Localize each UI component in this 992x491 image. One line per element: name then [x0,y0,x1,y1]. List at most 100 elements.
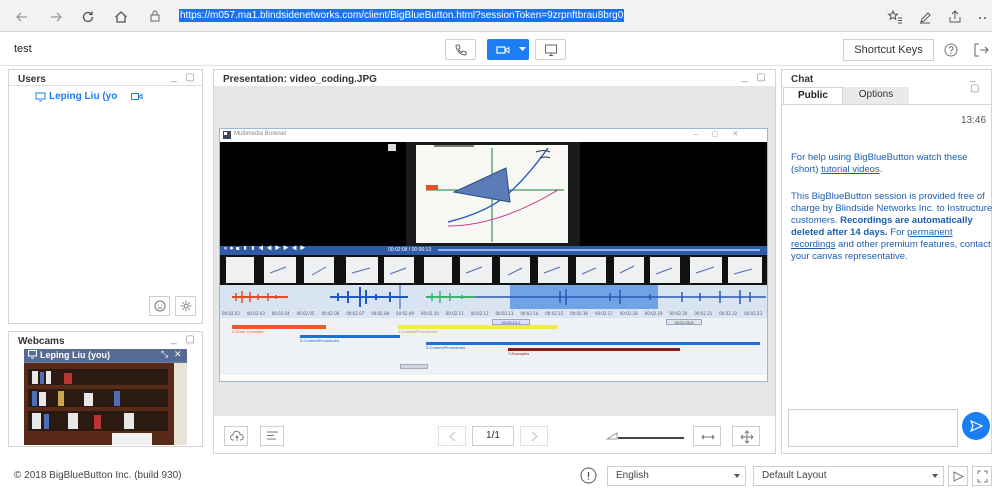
refresh-icon[interactable] [80,9,96,25]
users-title: Users [18,74,46,85]
zoom-out-icon [606,432,618,440]
accessibility-info-icon[interactable] [580,467,597,484]
language-select[interactable]: English [607,466,746,486]
chat-panel: Chat _ ▢ Public Options 13:46 For help u… [781,69,992,454]
chat-text: . [879,164,883,175]
timeline-tick-label: 00:02.16 [570,311,588,316]
track-bar[interactable] [508,348,680,351]
track-label: 5-Content/Procedures [300,338,340,343]
user-settings-button[interactable] [175,296,196,316]
timeline-tick-label: 00:02.10 [421,311,439,316]
timeline-tick-label: 00:02.23 [744,311,762,316]
tutorial-videos-link[interactable]: tutorial videos [821,164,880,175]
webcam-video[interactable]: Leping Liu (you) ⤡ ✕ [24,349,187,445]
user-list-item[interactable]: Leping Liu (yo [35,91,185,105]
ruler-ticks: 00:02.02 00:02.03 00:02.04 00:02.05 00:02.06… [222,311,762,316]
browser-toolbar: https://m057.ma1.blindsidenetworks.com/c… [0,0,992,32]
tab-options[interactable]: Options [843,87,909,104]
track-bar[interactable] [426,342,760,345]
layout-select[interactable]: Default Layout [753,466,944,486]
timeline-tick-label: 00:02.03 [247,311,265,316]
window-controls[interactable]: _ ▢ [171,334,198,345]
desktop-icon [28,350,37,359]
tab-divider [782,104,991,105]
thumbnails [226,257,762,283]
mm-titlebar [220,129,767,142]
home-icon[interactable] [113,9,129,25]
transport-icons[interactable]: ⏸⏺◼▮▮◀◀▶▶◀▶ [224,246,308,253]
presentation-title: Presentation: video_coding.JPG [223,74,377,85]
tab-public[interactable]: Public [783,87,843,105]
thumbnail-strip[interactable] [220,255,767,285]
timeline-tick-label: 00:02.09 [396,311,414,316]
window-controls[interactable]: _ ▢ [742,72,769,83]
close-icon[interactable]: ✕ [174,349,182,360]
share-icon[interactable] [947,9,963,25]
annotation-tracks[interactable]: 00:02:13.2 00:02:20.6 3-Team Concepts 1-… [220,318,767,375]
chat-timestamp: 13:46 [961,115,987,126]
meeting-name: test [14,43,32,55]
timeline-tick-label: 00:02.13 [496,311,514,316]
next-slide-button[interactable] [520,426,548,446]
video-camera-icon [496,44,510,56]
apply-layout-button[interactable] [948,466,968,486]
webcam-user-label: Leping Liu (you) [40,350,110,360]
waveform-graph [232,285,766,309]
play-icon [953,471,964,482]
chevron-right-icon [531,431,538,442]
timeline-tick-label: 00:02.02 [222,311,240,316]
presentation-panel: Presentation: video_coding.JPG _ ▢ Multi… [213,69,776,454]
seek-bar[interactable] [438,249,760,251]
share-screen-button[interactable] [535,39,566,60]
favorites-icon[interactable] [887,9,903,25]
track-label: 1-Content/Procedures [398,329,438,334]
fit-width-button[interactable] [693,426,721,446]
timeline-tick-label: 00:02.11 [446,311,464,316]
users-panel: Users _ ▢ Leping Liu (yo [8,69,203,324]
fullscreen-button[interactable] [972,466,992,486]
timeline-tick-label: 00:02.21 [694,311,712,316]
user-name: Leping Liu (yo [49,91,118,102]
timeline-tick-label: 00:02.15 [545,311,563,316]
timeline-tick-label: 00:02.08 [371,311,389,316]
horizontal-scrollbar[interactable] [400,364,428,369]
zoom-slider[interactable] [618,437,684,439]
fullscreen-icon[interactable]: ⤡ [161,349,168,360]
timeline-tick-label: 00:02.22 [719,311,737,316]
emoji-status-button[interactable] [149,296,170,316]
fit-page-button[interactable] [732,426,760,446]
list-icon [266,431,279,442]
url-text[interactable]: https://m057.ma1.blindsidenetworks.com/c… [179,9,625,22]
webcam-button[interactable] [487,39,529,60]
chat-title: Chat [791,74,814,85]
layout-value: Default Layout [762,470,827,481]
footer: © 2018 BigBlueButton Inc. (build 930) En… [0,459,992,491]
more-icon[interactable] [976,9,992,25]
logout-icon[interactable] [973,42,989,58]
app-header: test Shortcut Keys [0,33,992,66]
poll-button[interactable] [260,426,284,446]
fullscreen-icon [977,470,988,483]
arrows-horizontal-icon [701,432,715,442]
prev-slide-button[interactable] [438,426,466,446]
upload-button[interactable] [224,426,248,446]
timeline-tick-label: 00:02.04 [272,311,290,316]
page-indicator[interactable]: 1/1 [472,426,514,446]
forward-icon[interactable] [48,9,64,25]
arrows-move-icon [740,430,754,444]
playback-controls[interactable]: ⏸⏺◼▮▮◀◀▶▶◀▶ 00:02:08 / 00:06:13 [220,246,767,255]
window-controls[interactable]: _ ▢ [171,72,198,83]
help-icon[interactable] [944,43,958,57]
audio-waveform[interactable] [220,285,767,309]
send-message-button[interactable] [962,412,990,440]
window-controls[interactable]: _ ▢ [970,72,991,94]
address-bar[interactable]: https://m057.ma1.blindsidenetworks.com/c… [147,6,867,26]
app-icon [223,131,231,139]
chat-message-input[interactable] [788,409,958,447]
shortcut-keys-button[interactable]: Shortcut Keys [843,39,934,61]
lock-icon [149,9,161,22]
audio-button[interactable] [445,39,476,60]
pen-icon[interactable] [917,9,933,25]
chevron-left-icon [449,431,456,442]
back-icon[interactable] [14,9,30,25]
